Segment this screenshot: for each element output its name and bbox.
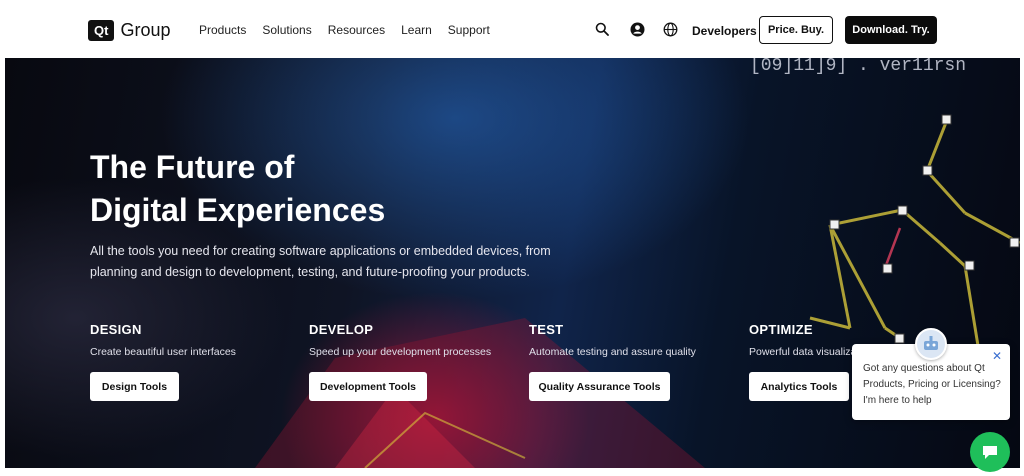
- hero-title-line-2: Digital Experiences: [90, 192, 386, 228]
- optimize-heading: OPTIMIZE: [749, 322, 813, 337]
- chat-agent-avatar: [915, 328, 947, 360]
- chat-message: Got any questions about Qt Products, Pri…: [863, 363, 1001, 406]
- design-description: Create beautiful user interfaces: [90, 346, 236, 358]
- search-icon[interactable]: [594, 21, 610, 37]
- top-navigation-bar: Qt Group Products Solutions Resources Le…: [0, 0, 1024, 58]
- design-column: DESIGN Create beautiful user interfaces …: [90, 322, 236, 401]
- design-tools-button[interactable]: Design Tools: [90, 372, 179, 401]
- developers-link[interactable]: Developers: [692, 24, 757, 38]
- develop-description: Speed up your development processes: [309, 346, 492, 358]
- test-heading: TEST: [529, 322, 564, 337]
- account-icon[interactable]: [629, 21, 645, 37]
- test-column: TEST Automate testing and assure quality…: [529, 322, 696, 401]
- design-heading: DESIGN: [90, 322, 142, 337]
- nav-support[interactable]: Support: [448, 23, 490, 37]
- logo-mark: Qt: [88, 20, 115, 41]
- nav-resources[interactable]: Resources: [328, 23, 385, 37]
- optimize-description: Powerful data visualiza: [749, 346, 857, 358]
- nav-solutions[interactable]: Solutions: [262, 23, 311, 37]
- hero-title: The Future of Digital Experiences: [90, 146, 385, 232]
- logo-text: Group: [120, 20, 171, 40]
- nav-products[interactable]: Products: [199, 23, 246, 37]
- main-nav: Products Solutions Resources Learn Suppo…: [199, 23, 490, 37]
- develop-column: DEVELOP Speed up your development proces…: [309, 322, 492, 401]
- hero-subtitle: All the tools you need for creating soft…: [90, 241, 570, 283]
- test-description: Automate testing and assure quality: [529, 346, 696, 358]
- hero-subtitle-line-1: All the tools you need for creating soft…: [90, 244, 551, 258]
- develop-heading: DEVELOP: [309, 322, 374, 337]
- hero-title-line-1: The Future of: [90, 149, 295, 185]
- analytics-tools-button[interactable]: Analytics Tools: [749, 372, 849, 401]
- nav-learn[interactable]: Learn: [401, 23, 432, 37]
- quality-assurance-tools-button[interactable]: Quality Assurance Tools: [529, 372, 670, 401]
- background-code-text: [09]11]9] . ver11rsn: [750, 58, 966, 76]
- qt-group-logo[interactable]: Qt Group: [88, 19, 170, 42]
- optimize-column: OPTIMIZE Powerful data visualiza Analyti…: [749, 322, 857, 401]
- download-try-button[interactable]: Download. Try.: [845, 16, 937, 44]
- development-tools-button[interactable]: Development Tools: [309, 372, 427, 401]
- globe-icon[interactable]: [662, 21, 678, 37]
- chat-bubble-icon[interactable]: [970, 432, 1010, 472]
- hero-subtitle-line-2: planning and design to development, test…: [90, 265, 530, 279]
- price-buy-button[interactable]: Price. Buy.: [759, 16, 833, 44]
